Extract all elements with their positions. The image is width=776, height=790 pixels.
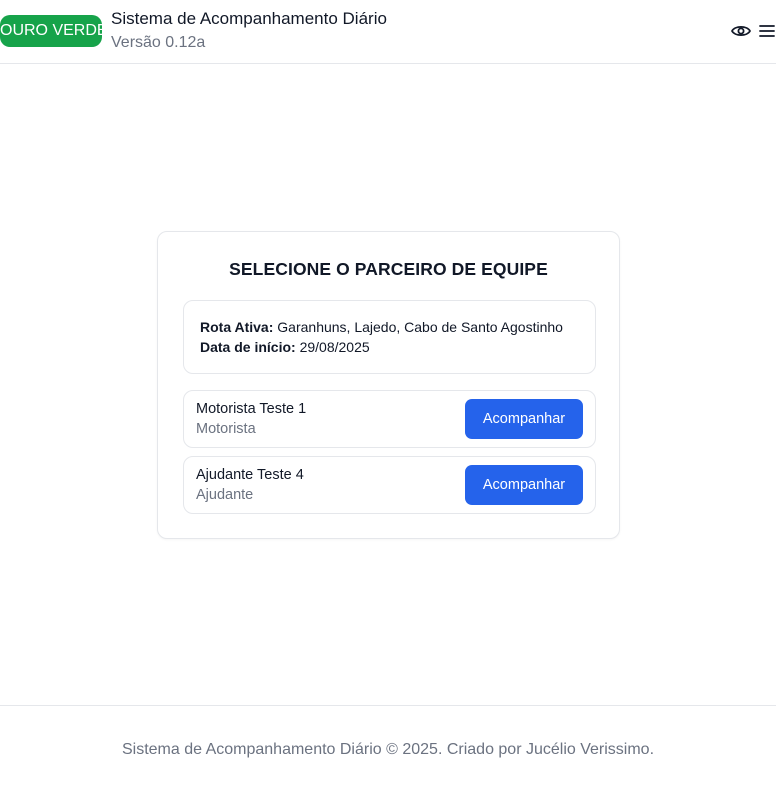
- partner-item: Ajudante Teste 4 Ajudante Acompanhar: [183, 456, 596, 514]
- partner-selection-card: SELECIONE O PARCEIRO DE EQUIPE Rota Ativ…: [157, 231, 620, 539]
- app-footer: Sistema de Acompanhamento Diário © 2025.…: [0, 705, 776, 790]
- start-date-line: Data de início: 29/08/2025: [200, 339, 370, 355]
- eye-icon-graphic: [731, 25, 751, 37]
- app-version: Versão 0.12a: [111, 34, 206, 51]
- start-date-value: 29/08/2025: [299, 339, 370, 355]
- menu-icon[interactable]: [758, 20, 776, 42]
- app-title: Sistema de Acompanhamento Diário: [111, 9, 387, 28]
- header-actions: [730, 20, 776, 42]
- active-route-box: Rota Ativa: Garanhuns, Lajedo, Cabo de S…: [183, 300, 596, 374]
- active-route-label: Rota Ativa:: [200, 319, 274, 335]
- active-route-value: Garanhuns, Lajedo, Cabo de Santo Agostin…: [277, 319, 563, 335]
- partner-item: Motorista Teste 1 Motorista Acompanhar: [183, 390, 596, 448]
- follow-button[interactable]: Acompanhar: [465, 465, 583, 505]
- brand-badge: OURO VERDE: [0, 15, 102, 47]
- start-date-label: Data de início:: [200, 339, 296, 355]
- eye-icon[interactable]: [730, 20, 752, 42]
- follow-button[interactable]: Acompanhar: [465, 399, 583, 439]
- footer-text: Sistema de Acompanhamento Diário © 2025.…: [121, 741, 655, 758]
- partner-role: Ajudante: [196, 487, 254, 503]
- partner-role: Motorista: [196, 421, 256, 437]
- partner-name: Motorista Teste 1: [196, 401, 307, 417]
- active-route-line: Rota Ativa: Garanhuns, Lajedo, Cabo de S…: [200, 319, 563, 335]
- menu-icon-graphic: [759, 25, 775, 37]
- partner-name: Ajudante Teste 4: [196, 467, 304, 483]
- card-title: SELECIONE O PARCEIRO DE EQUIPE: [229, 259, 548, 279]
- app-header: OURO VERDE Sistema de Acompanhamento Diá…: [0, 0, 776, 64]
